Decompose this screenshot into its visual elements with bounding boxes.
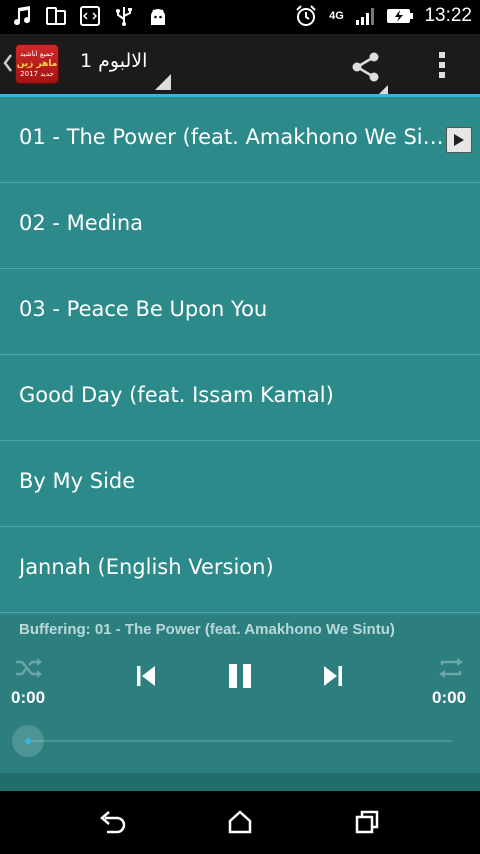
usb-icon <box>112 4 136 28</box>
player-footer <box>0 773 480 791</box>
android-icon <box>146 4 170 28</box>
track-title: By My Side <box>19 469 136 493</box>
seek-bar[interactable] <box>28 740 452 742</box>
player-panel: Buffering: 01 - The Power (feat. Amakhon… <box>0 615 480 791</box>
next-icon[interactable] <box>320 663 346 689</box>
navigation-bar <box>0 791 480 854</box>
track-title: Jannah (English Version) <box>19 555 274 579</box>
device-icon <box>44 4 68 28</box>
duration-time: 0:00 <box>432 688 467 707</box>
shuffle-icon[interactable] <box>14 655 44 681</box>
repeat-icon[interactable] <box>437 655 465 681</box>
action-bar: جميع اناشيد ماهر زين جديد 2017 الالبوم 1 <box>0 34 480 95</box>
music-icon <box>10 4 34 28</box>
home-icon[interactable] <box>225 807 255 837</box>
list-item[interactable]: 02 - Medina <box>0 183 480 269</box>
seek-thumb[interactable] <box>12 725 44 757</box>
track-title: 03 - Peace Be Upon You <box>19 297 268 321</box>
battery-charging-icon <box>386 4 414 28</box>
seek-thumb-dot <box>25 738 31 744</box>
share-dropdown-icon <box>378 80 388 95</box>
track-title: Good Day (feat. Issam Kamal) <box>19 383 334 407</box>
list-item[interactable]: Jannah (English Version) <box>0 527 480 613</box>
chevron-left-icon[interactable] <box>3 52 13 74</box>
4g-icon: 4G <box>329 10 344 22</box>
track-title: 02 - Medina <box>19 211 144 235</box>
share-icon[interactable] <box>350 50 384 84</box>
code-icon <box>78 4 102 28</box>
album-title-spinner[interactable]: الالبوم 1 <box>80 50 147 72</box>
elapsed-time: 0:00 <box>11 688 46 707</box>
player-status: Buffering: 01 - The Power (feat. Amakhon… <box>19 621 395 638</box>
track-title: 01 - The Power (feat. Amakhono We Sintu) <box>19 125 444 149</box>
track-list[interactable]: 01 - The Power (feat. Amakhono We Sintu)… <box>0 97 480 615</box>
overflow-menu-icon[interactable] <box>436 50 448 80</box>
previous-icon[interactable] <box>133 663 159 689</box>
now-playing-icon <box>446 127 472 153</box>
pause-icon[interactable] <box>225 661 255 691</box>
list-item[interactable]: 01 - The Power (feat. Amakhono We Sintu) <box>0 97 480 183</box>
list-item[interactable]: 03 - Peace Be Upon You <box>0 269 480 355</box>
back-icon[interactable] <box>98 807 128 837</box>
recent-apps-icon[interactable] <box>352 807 382 837</box>
list-item[interactable]: Good Day (feat. Issam Kamal) <box>0 355 480 441</box>
alarm-icon <box>294 4 318 28</box>
app-logo[interactable]: جميع اناشيد ماهر زين جديد 2017 <box>15 44 59 84</box>
list-item[interactable]: By My Side <box>0 441 480 527</box>
spinner-arrow-icon <box>155 74 171 90</box>
status-bar: 4G 13:22 <box>0 0 480 34</box>
clock: 13:22 <box>424 5 472 26</box>
signal-icon <box>354 4 378 28</box>
